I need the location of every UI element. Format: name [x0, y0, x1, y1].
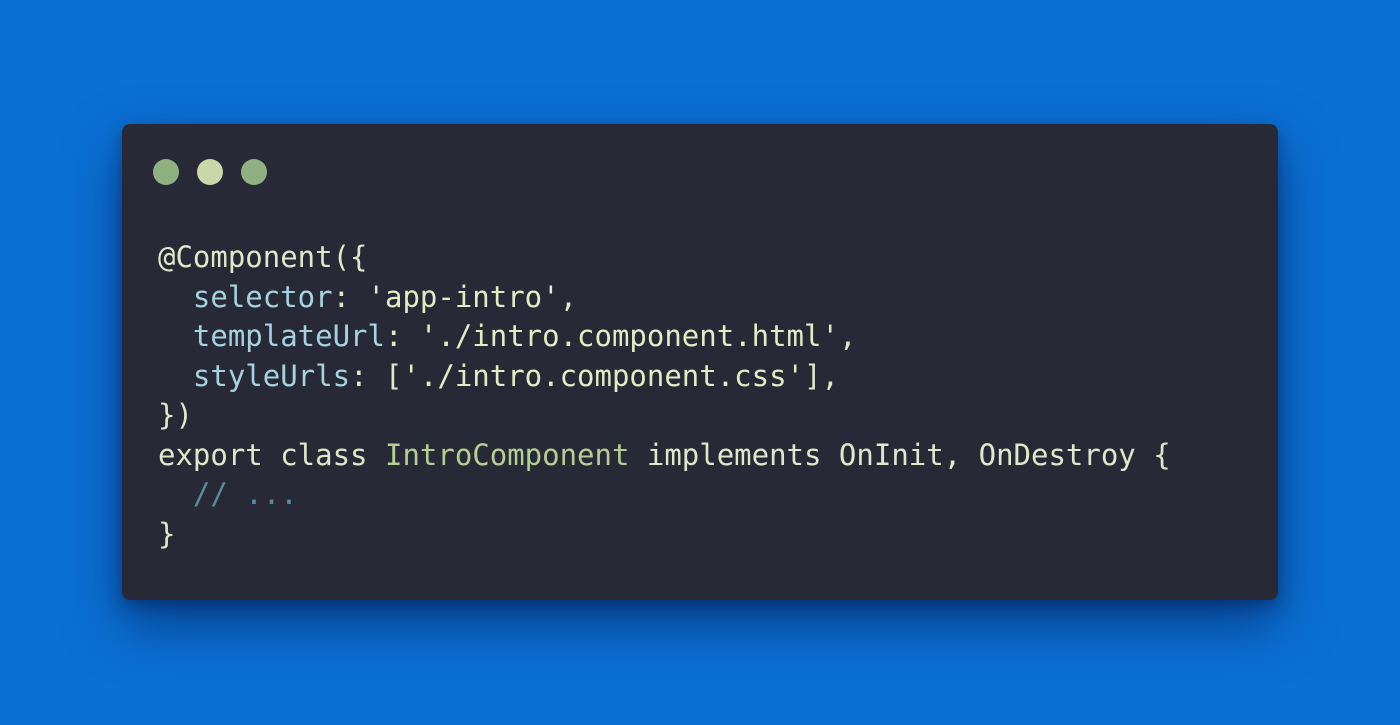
code-window: @Component({ selector: 'app-intro', temp… — [122, 124, 1278, 600]
code-line: export class IntroComponent implements O… — [158, 436, 1171, 476]
code-line: styleUrls: ['./intro.component.css'], — [158, 357, 1171, 397]
code-line: } — [158, 515, 1171, 555]
code-line: @Component({ — [158, 238, 1171, 278]
code-token: './intro.component.html' — [419, 319, 839, 353]
window-controls — [153, 159, 267, 185]
code-token: // ... — [192, 477, 298, 511]
code-token: } — [158, 516, 176, 551]
code-token: templateUrl — [192, 319, 385, 353]
code-token: , — [838, 319, 857, 353]
close-dot-icon[interactable] — [153, 159, 179, 185]
minimize-dot-icon[interactable] — [197, 159, 223, 185]
code-block: @Component({ selector: 'app-intro', temp… — [158, 238, 1171, 554]
code-token: : — [332, 279, 368, 314]
code-line: selector: 'app-intro', — [158, 278, 1171, 318]
code-token: IntroComponent — [384, 437, 630, 472]
code-token: ], — [804, 358, 839, 393]
code-token: 'app-intro' — [367, 279, 560, 314]
code-token: , — [559, 279, 578, 314]
code-token: './intro.component.css' — [402, 358, 805, 393]
code-line: // ... — [158, 475, 1171, 515]
maximize-dot-icon[interactable] — [241, 159, 267, 185]
code-token: : [ — [350, 358, 403, 393]
code-token: : — [384, 319, 420, 353]
code-token: @Component({ — [158, 240, 368, 274]
code-line: templateUrl: './intro.component.html', — [158, 317, 1171, 357]
code-token: }) — [158, 398, 193, 432]
code-token: selector — [192, 279, 333, 314]
code-token: export class — [158, 437, 385, 472]
code-token: implements OnInit, OnDestroy { — [629, 437, 1171, 472]
code-token: styleUrls — [192, 358, 351, 393]
code-line: }) — [158, 396, 1171, 436]
